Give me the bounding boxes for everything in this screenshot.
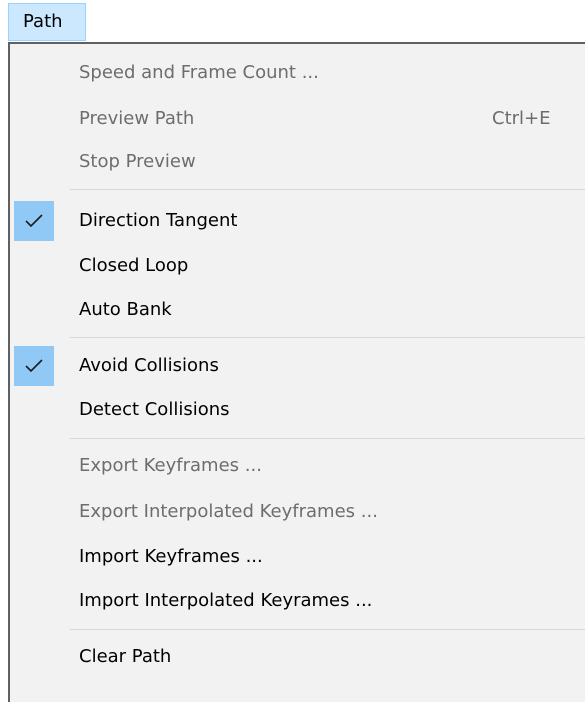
menu-item-speed-and-frame-count[interactable]: Speed and Frame Count ... [10, 53, 585, 93]
menu-item-preview-path[interactable]: Preview Path Ctrl+E [10, 99, 585, 139]
menu-item-stop-preview[interactable]: Stop Preview [10, 142, 585, 182]
menu-item-label: Clear Path [79, 646, 172, 667]
menu-bar: Path [0, 0, 585, 44]
menu-item-label: Direction Tangent [79, 210, 238, 231]
menu-separator [70, 438, 585, 439]
menu-item-shortcut: Ctrl+E [492, 108, 551, 129]
menu-item-label: Preview Path [79, 108, 195, 129]
menu-item-label: Auto Bank [79, 299, 172, 320]
menu-item-direction-tangent[interactable]: Direction Tangent [10, 201, 585, 241]
menu-item-avoid-collisions[interactable]: Avoid Collisions [10, 346, 585, 386]
menu-item-clear-path[interactable]: Clear Path [10, 637, 585, 677]
menu-item-export-keyframes[interactable]: Export Keyframes ... [10, 446, 585, 486]
menu-item-export-interpolated-keyframes[interactable]: Export Interpolated Keyframes ... [10, 492, 585, 532]
menu-item-label: Closed Loop [79, 255, 189, 276]
menu-item-label: Import Interpolated Keyrames ... [79, 590, 373, 611]
menu-separator [70, 189, 585, 190]
menu-item-label: Speed and Frame Count ... [79, 62, 319, 83]
menu-item-closed-loop[interactable]: Closed Loop [10, 246, 585, 286]
menu-item-label: Import Keyframes ... [79, 546, 263, 567]
menu-item-label: Stop Preview [79, 151, 196, 172]
menu-item-label: Avoid Collisions [79, 355, 219, 376]
menu-item-label: Detect Collisions [79, 399, 230, 420]
path-dropdown-menu: Speed and Frame Count ... Preview Path C… [8, 42, 585, 702]
menu-item-label: Export Interpolated Keyframes ... [79, 501, 378, 522]
path-menu-button[interactable]: Path [8, 3, 86, 41]
checkmark-icon [14, 346, 54, 386]
menu-item-auto-bank[interactable]: Auto Bank [10, 290, 585, 330]
menu-item-label: Export Keyframes ... [79, 455, 262, 476]
menu-separator [70, 629, 585, 630]
menu-item-import-keyframes[interactable]: Import Keyframes ... [10, 537, 585, 577]
checkmark-icon [14, 201, 54, 241]
menu-item-detect-collisions[interactable]: Detect Collisions [10, 390, 585, 430]
menu-separator [70, 337, 585, 338]
menu-item-import-interpolated-keyframes[interactable]: Import Interpolated Keyrames ... [10, 581, 585, 621]
